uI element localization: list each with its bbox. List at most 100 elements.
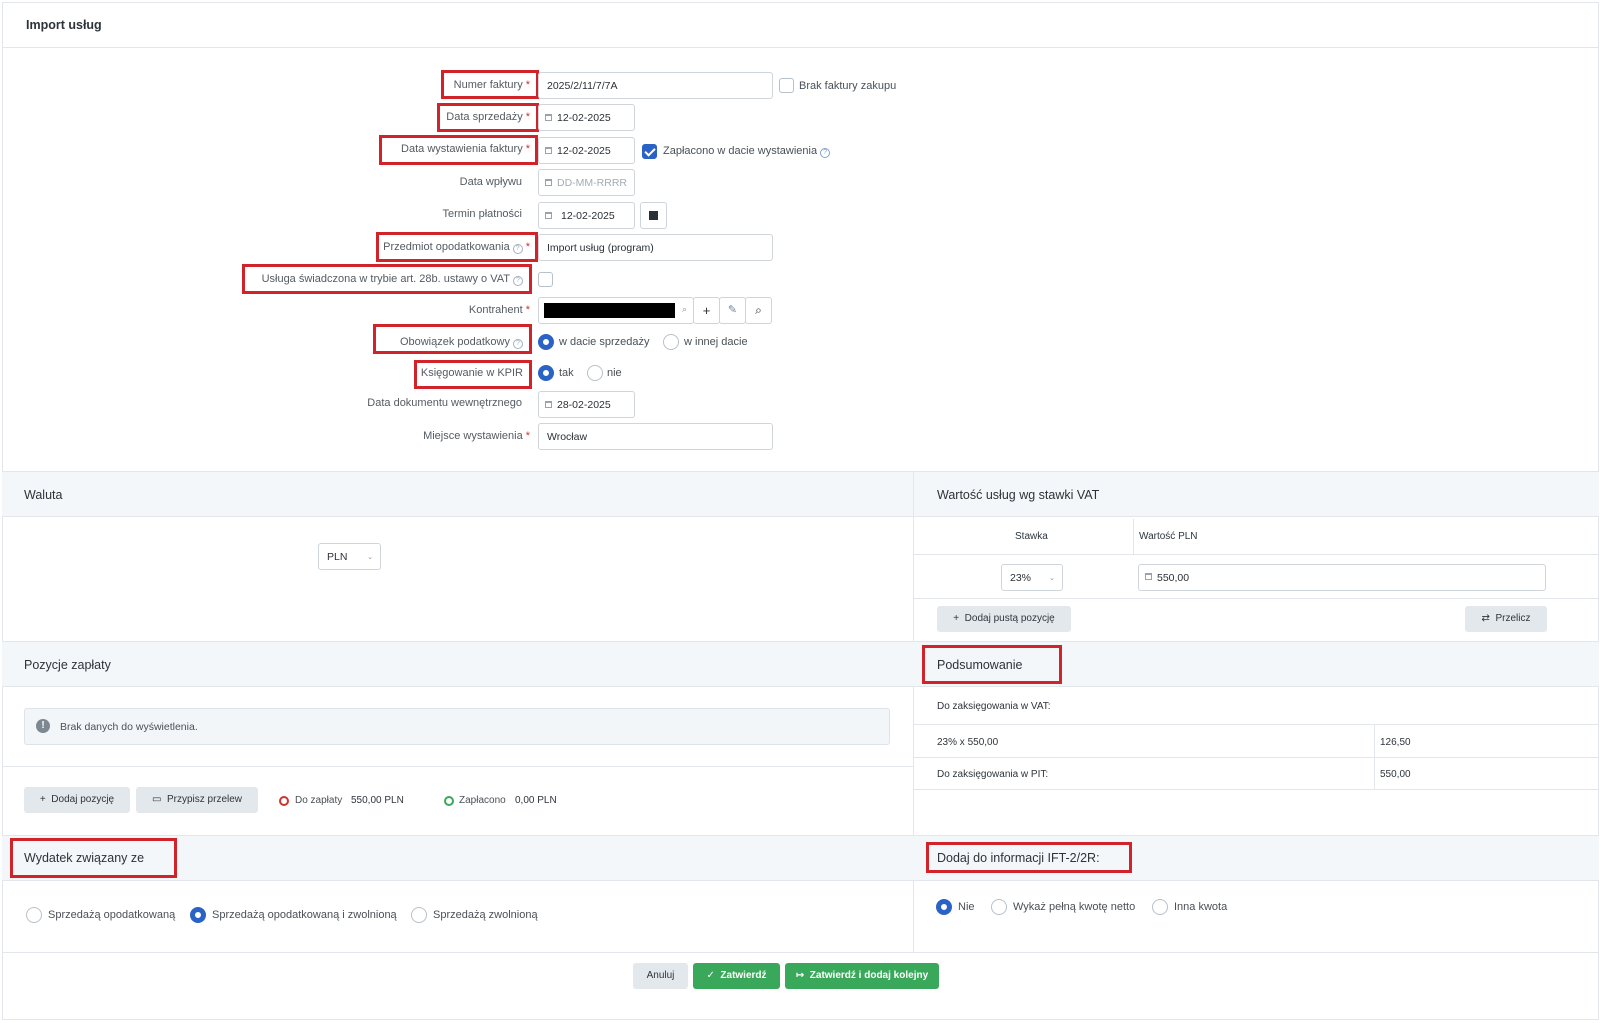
calculator-icon xyxy=(1145,573,1152,580)
paid-label: Zapłacono xyxy=(459,795,506,806)
row-divider xyxy=(914,757,1599,758)
to-pay-status-icon xyxy=(279,796,289,806)
tax-subject-label: Przedmiot opodatkowania? * xyxy=(383,241,530,254)
help-icon[interactable]: ? xyxy=(513,339,523,349)
vat-values-section-header: Wartość usług wg stawki VAT xyxy=(913,471,1599,517)
chevron-down-icon: ⌄ xyxy=(367,554,373,561)
kpir-yes-label: tak xyxy=(559,367,574,379)
currency-select[interactable]: PLN ⌄ xyxy=(318,543,381,570)
internal-doc-date-input[interactable]: 28-02-2025 xyxy=(538,391,635,418)
contractor-input[interactable]: ⌕ xyxy=(538,297,694,324)
issue-date-label: Data wystawienia faktury * xyxy=(401,143,530,155)
invoice-number-input[interactable]: 2025/2/11/7/7A xyxy=(538,72,773,99)
receipt-date-label: Data wpływu xyxy=(459,176,522,188)
row-divider xyxy=(914,724,1599,725)
expense-exempt-radio[interactable] xyxy=(411,907,427,923)
expense-taxed-exempt-label: Sprzedażą opodatkowaną i zwolnioną xyxy=(212,909,397,921)
receipt-date-input[interactable]: DD-MM-RRRR xyxy=(538,169,635,196)
paid-status-icon xyxy=(444,796,454,806)
summary-pit-value: 550,00 xyxy=(1380,769,1411,780)
paid-on-issue-checkbox[interactable] xyxy=(642,144,657,159)
page-header: Import usług xyxy=(2,2,1599,48)
assign-transfer-button[interactable]: ▭ Przypisz przelew xyxy=(136,787,258,813)
no-purchase-invoice-label: Brak faktury zakupu xyxy=(799,80,897,92)
kpir-no-radio[interactable] xyxy=(587,365,603,381)
expense-taxed-exempt-radio[interactable] xyxy=(190,907,206,923)
issue-place-input[interactable]: Wrocław xyxy=(538,423,773,450)
ift-other-amount-radio[interactable] xyxy=(1152,899,1168,915)
refresh-icon: ⇄ xyxy=(1481,613,1496,624)
plus-icon: + xyxy=(953,613,965,624)
calendar-icon xyxy=(545,147,552,154)
empty-payments-alert: ! Brak danych do wyświetlenia. xyxy=(24,708,890,745)
info-icon: ! xyxy=(36,719,50,733)
tax-obligation-sale-date-radio[interactable] xyxy=(538,334,554,350)
highlight-box xyxy=(926,842,1132,873)
ift-full-net-label: Wykaż pełną kwotę netto xyxy=(1013,901,1136,913)
internal-doc-date-label: Data dokumentu wewnętrznego xyxy=(367,397,522,409)
highlight-box xyxy=(922,645,1062,684)
payments-section-header: Pozycje zapłaty xyxy=(2,641,913,687)
summary-vat-heading: Do zaksięgowania w VAT: xyxy=(937,701,1051,712)
chevron-down-icon: ⌄ xyxy=(1049,575,1055,582)
highlight-box xyxy=(10,838,177,878)
art28b-label: Usługa świadczona w trybie art. 28b. ust… xyxy=(262,273,523,286)
art28b-checkbox[interactable] xyxy=(538,272,553,287)
vat-values-title: Wartość usług wg stawki VAT xyxy=(937,488,1100,502)
summary-vat-row-value: 126,50 xyxy=(1380,737,1411,748)
paid-value: 0,00 PLN xyxy=(515,795,557,806)
summary-pit-label: Do zaksięgowania w PIT: xyxy=(937,769,1049,780)
tax-obligation-label: Obowiązek podatkowy? xyxy=(400,336,523,349)
row-divider xyxy=(914,554,1599,555)
empty-payments-text: Brak danych do wyświetlenia. xyxy=(60,721,198,733)
confirm-and-add-button[interactable]: ↦ Zatwierdź i dodaj kolejny xyxy=(785,963,939,989)
search-icon: ⌕ xyxy=(681,304,687,314)
help-icon[interactable]: ? xyxy=(820,148,831,158)
kpir-yes-radio[interactable] xyxy=(538,365,554,381)
no-purchase-invoice-checkbox[interactable] xyxy=(779,78,794,93)
ift-no-radio[interactable] xyxy=(936,899,952,915)
vat-rate-select[interactable]: 23% ⌄ xyxy=(1001,564,1063,591)
recalculate-button[interactable]: ⇄ Przelicz xyxy=(1465,606,1547,632)
ift-full-net-radio[interactable] xyxy=(991,899,1007,915)
currency-section-header: Waluta xyxy=(2,471,913,517)
invoice-number-label: Numer faktury * xyxy=(453,79,530,91)
issue-place-label: Miejsce wystawienia * xyxy=(423,430,530,442)
expense-taxed-radio[interactable] xyxy=(26,907,42,923)
calendar-icon xyxy=(545,114,552,121)
expense-taxed-label: Sprzedażą opodatkowaną xyxy=(48,909,176,921)
calendar-picker-button[interactable] xyxy=(640,202,667,229)
add-payment-button[interactable]: + Dodaj pozycję xyxy=(24,787,130,813)
to-pay-value: 550,00 PLN xyxy=(351,795,404,806)
tax-obligation-other-date-label: w innej dacie xyxy=(684,336,748,348)
cancel-button[interactable]: Anuluj xyxy=(633,963,688,989)
vat-rate-column-header: Stawka xyxy=(1015,531,1048,542)
kpir-no-label: nie xyxy=(607,367,622,379)
search-contractor-button[interactable]: ⌕ xyxy=(745,297,772,324)
calendar-icon xyxy=(545,212,552,219)
help-icon[interactable]: ? xyxy=(512,244,523,254)
edit-contractor-button[interactable]: ✎ xyxy=(719,297,746,324)
column-divider xyxy=(1133,519,1134,555)
add-empty-position-button[interactable]: + Dodaj pustą pozycję xyxy=(937,606,1071,632)
confirm-button[interactable]: ✓ Zatwierdź xyxy=(693,963,780,989)
issue-date-input[interactable]: 12-02-2025 xyxy=(538,137,635,164)
vat-value-column-header: Wartość PLN xyxy=(1139,531,1198,542)
tax-subject-select[interactable]: Import usług (program) xyxy=(538,234,773,261)
vat-value-input[interactable]: 550,00 xyxy=(1138,564,1546,591)
sale-date-label: Data sprzedaży * xyxy=(446,111,530,123)
row-divider xyxy=(914,789,1599,790)
tax-obligation-other-date-radio[interactable] xyxy=(663,334,679,350)
sale-date-input[interactable]: 12-02-2025 xyxy=(538,104,635,131)
contractor-label: Kontrahent * xyxy=(468,304,530,316)
ift-other-amount-label: Inna kwota xyxy=(1174,901,1228,913)
add-contractor-button[interactable]: + xyxy=(693,297,720,324)
kpir-label: Księgowanie w KPIR xyxy=(420,367,523,379)
redacted-contractor xyxy=(544,303,675,318)
help-icon[interactable]: ? xyxy=(513,276,523,286)
payment-due-input[interactable]: 12-02-2025 xyxy=(538,202,635,229)
row-divider xyxy=(2,766,913,767)
tax-obligation-sale-date-label: w dacie sprzedaży xyxy=(559,336,650,348)
to-pay-label: Do zapłaty xyxy=(295,795,343,806)
check-icon: ✓ xyxy=(706,970,721,981)
